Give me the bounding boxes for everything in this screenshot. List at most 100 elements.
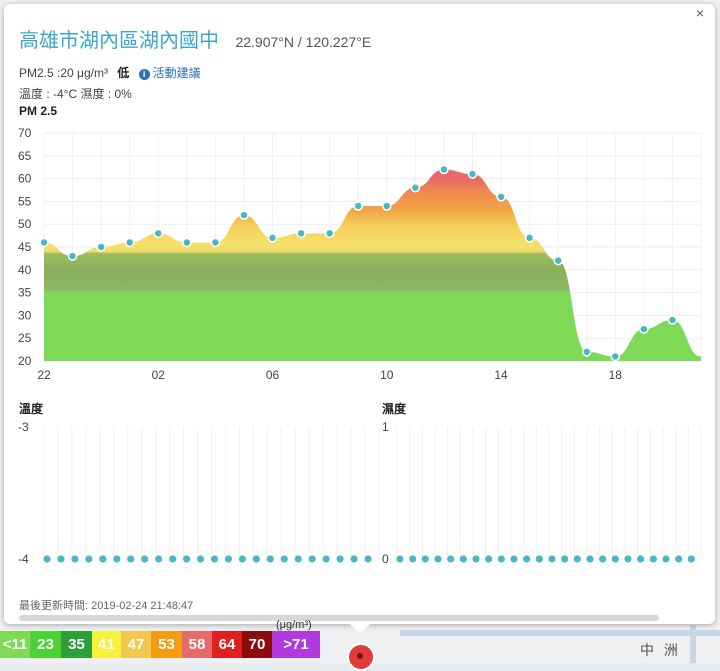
pm25-point	[467, 169, 478, 179]
y-tick-label: 45	[18, 240, 32, 254]
y-tick-label: 55	[18, 194, 32, 208]
data-point	[611, 555, 619, 563]
temperature-chart-title: 溫度	[19, 402, 44, 416]
data-point	[141, 555, 149, 563]
data-point	[624, 555, 632, 563]
y-tick-label: -3	[18, 420, 29, 434]
y-tick-label: 40	[18, 263, 32, 277]
pm25-point	[353, 201, 363, 211]
data-point	[336, 555, 344, 563]
data-point	[472, 555, 480, 563]
pm25-point	[581, 347, 592, 357]
pm25-point	[182, 237, 192, 248]
y-tick-label: 50	[18, 217, 32, 231]
pm25-point	[639, 324, 649, 334]
data-point	[637, 555, 645, 563]
legend-item: 23	[30, 631, 61, 658]
data-point	[447, 555, 455, 563]
pm25-point	[439, 164, 449, 175]
y-tick-label: 65	[18, 149, 32, 163]
data-point	[71, 555, 79, 563]
data-point	[294, 555, 302, 563]
data-point	[434, 555, 442, 563]
pm25-point	[382, 201, 392, 211]
y-tick-label: 20	[18, 354, 32, 368]
data-point	[409, 555, 417, 563]
y-tick-label: 70	[18, 126, 32, 140]
y-tick-label: 1	[382, 420, 389, 434]
legend-unit: (μg/m³)	[276, 619, 312, 631]
data-point	[155, 555, 163, 563]
data-point	[687, 555, 695, 563]
data-point	[497, 555, 505, 563]
pm25-point	[324, 228, 335, 239]
data-point	[599, 555, 607, 563]
legend-item: 35	[61, 631, 92, 658]
temperature-chart-svg: -3 -4 1 0	[18, 420, 702, 566]
pm25-point	[553, 255, 563, 266]
popup-pointer	[350, 624, 370, 634]
data-point	[127, 555, 135, 563]
station-marker-center	[357, 653, 363, 659]
pm25-point	[524, 233, 535, 243]
legend-item: >71	[272, 631, 320, 658]
data-point	[350, 555, 358, 563]
data-point	[224, 555, 233, 563]
pm25-point	[410, 182, 421, 193]
map-road	[690, 625, 696, 663]
pm25-color-legend: <11 23 35 41 47 53 58 64 70 >71	[0, 631, 320, 658]
data-point	[548, 555, 556, 563]
data-point	[396, 555, 404, 563]
legend-item: 58	[182, 631, 212, 658]
pm25-point	[296, 228, 306, 239]
data-point	[459, 555, 467, 563]
data-point	[561, 555, 569, 563]
legend-item: 53	[151, 631, 182, 658]
humidity-chart-title: 濕度	[382, 402, 407, 416]
y-tick-label: 25	[18, 331, 32, 345]
pm25-point	[67, 251, 78, 261]
x-tick-label: 10	[380, 368, 394, 382]
data-point	[169, 555, 177, 563]
pm25-point	[210, 237, 221, 248]
data-point	[364, 555, 372, 563]
x-tick-label: 22	[37, 368, 51, 382]
data-point	[308, 555, 316, 563]
data-point	[280, 555, 288, 563]
data-point	[57, 555, 65, 563]
data-point	[196, 555, 205, 563]
x-tick-label: 02	[152, 368, 166, 382]
horizontal-scrollbar[interactable]	[19, 615, 659, 621]
legend-item: 70	[242, 631, 272, 658]
data-point	[535, 555, 543, 563]
data-point	[43, 555, 51, 563]
pm25-point	[267, 233, 278, 243]
data-point	[238, 555, 247, 563]
x-tick-label: 06	[266, 368, 280, 382]
legend-item: 47	[121, 631, 151, 658]
data-point	[113, 555, 121, 563]
pm25-point	[39, 237, 49, 248]
pm25-point	[153, 228, 164, 239]
data-point	[421, 555, 429, 563]
y-tick-label: 60	[18, 172, 32, 186]
last-updated: 最後更新時間: 2019-02-24 21:48:47	[19, 600, 194, 612]
data-point	[675, 555, 683, 563]
data-point	[485, 555, 493, 563]
legend-item: <11	[0, 631, 30, 658]
pm25-point	[496, 192, 506, 202]
y-tick-label: 30	[18, 308, 32, 322]
data-point	[182, 555, 191, 563]
pm25-point	[667, 315, 678, 325]
pm25-point	[239, 210, 249, 220]
data-point	[99, 555, 107, 563]
pm25-point	[610, 351, 621, 362]
legend-item: 41	[92, 631, 121, 658]
pm25-area	[44, 169, 701, 361]
data-point	[210, 555, 219, 563]
data-point	[266, 555, 274, 563]
data-point	[510, 555, 518, 563]
pm25-chart-svg: 20 25 30 35 40 45 50 55 60 65 70 22 02 06 10 14 18	[18, 126, 702, 382]
pm25-point	[124, 237, 135, 248]
data-point	[252, 555, 260, 563]
